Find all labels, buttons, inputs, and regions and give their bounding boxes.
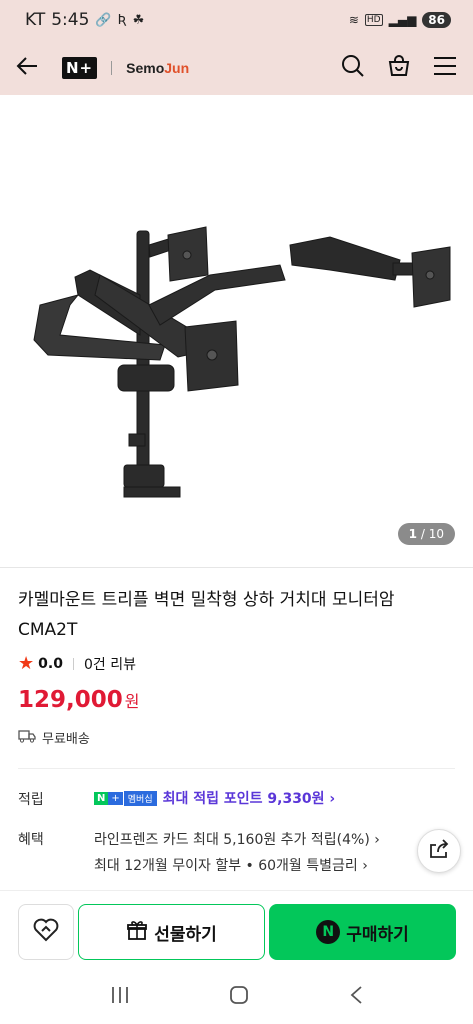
menu-icon[interactable] bbox=[433, 56, 457, 80]
divider bbox=[0, 567, 473, 568]
network-type: HD bbox=[364, 14, 383, 26]
buy-button[interactable]: N 구매하기 bbox=[269, 904, 456, 960]
points-label: 적립 bbox=[18, 792, 44, 808]
delivery-text: 무료배송 bbox=[42, 732, 90, 747]
installment-benefit[interactable]: 최대 12개월 무이자 할부 • 60개월 특별금리 › bbox=[94, 855, 368, 875]
status-bar: KT 5:45 🔗 Ʀ ☘ ≋ HD ▂▄▆ 86 bbox=[0, 0, 473, 40]
back-icon[interactable] bbox=[349, 985, 363, 1009]
wishlist-button[interactable] bbox=[18, 904, 74, 960]
gift-icon bbox=[126, 919, 148, 946]
bottom-action-bar: 선물하기 N 구매하기 bbox=[0, 890, 473, 970]
heart-icon bbox=[32, 917, 60, 947]
link-icon: 🔗 bbox=[95, 12, 112, 28]
clock: 5:45 bbox=[51, 10, 90, 30]
card-benefit[interactable]: 라인프렌즈 카드 최대 5,160원 추가 적립(4%) › bbox=[94, 829, 380, 849]
back-arrow-icon[interactable] bbox=[16, 56, 38, 80]
system-nav-bar bbox=[0, 970, 473, 1024]
store-logo[interactable]: SemoJun bbox=[126, 60, 189, 76]
share-button[interactable] bbox=[417, 829, 461, 873]
share-icon bbox=[428, 839, 450, 863]
header-divider bbox=[111, 60, 113, 75]
gift-button[interactable]: 선물하기 bbox=[78, 904, 265, 960]
truck-icon bbox=[18, 729, 36, 747]
app-notification-icon: Ʀ bbox=[117, 12, 127, 28]
buy-label: 구매하기 bbox=[346, 924, 409, 945]
battery-indicator: 86 bbox=[422, 12, 451, 28]
product-image[interactable]: 1 / 10 bbox=[0, 95, 473, 567]
gift-label: 선물하기 bbox=[154, 924, 217, 945]
image-counter: 1 / 10 bbox=[397, 523, 455, 545]
star-icon: ★ bbox=[18, 653, 35, 674]
price: 129,000 원 bbox=[18, 687, 140, 713]
naver-plus-logo[interactable]: N+ bbox=[62, 56, 98, 79]
search-icon[interactable] bbox=[341, 54, 365, 82]
points-row[interactable]: N + 멤버십 최대 적립 포인트 9,330원 › bbox=[94, 788, 335, 808]
signal-icon: ▂▄▆ bbox=[388, 13, 417, 27]
leaf-icon: ☘ bbox=[132, 12, 145, 28]
rating-divider bbox=[72, 657, 74, 670]
store-header: N+ SemoJun bbox=[0, 40, 473, 95]
product-title: 카멜마운트 트리플 벽면 밀착형 상하 거치대 모니터암 CMA2T bbox=[18, 590, 395, 640]
review-count[interactable]: 0건 리뷰 bbox=[84, 654, 136, 674]
rating-score: 0.0 bbox=[38, 655, 63, 672]
rating-row[interactable]: ★ 0.0 0건 리뷰 bbox=[18, 653, 136, 674]
divider bbox=[18, 768, 455, 769]
naver-pay-icon: N bbox=[316, 920, 341, 944]
recent-apps-icon[interactable] bbox=[110, 986, 130, 1008]
benefits-label: 혜택 bbox=[18, 832, 44, 848]
max-points-text[interactable]: 최대 적립 포인트 9,330원 › bbox=[163, 788, 336, 808]
wifi-icon: ≋ bbox=[348, 13, 359, 27]
delivery-info: 무료배송 bbox=[18, 728, 90, 747]
carrier: KT bbox=[25, 10, 46, 30]
cart-icon[interactable] bbox=[387, 54, 411, 82]
home-icon[interactable] bbox=[229, 985, 249, 1009]
naver-membership-badge: N + 멤버십 bbox=[94, 790, 157, 806]
monitor-arm-image bbox=[33, 226, 451, 498]
